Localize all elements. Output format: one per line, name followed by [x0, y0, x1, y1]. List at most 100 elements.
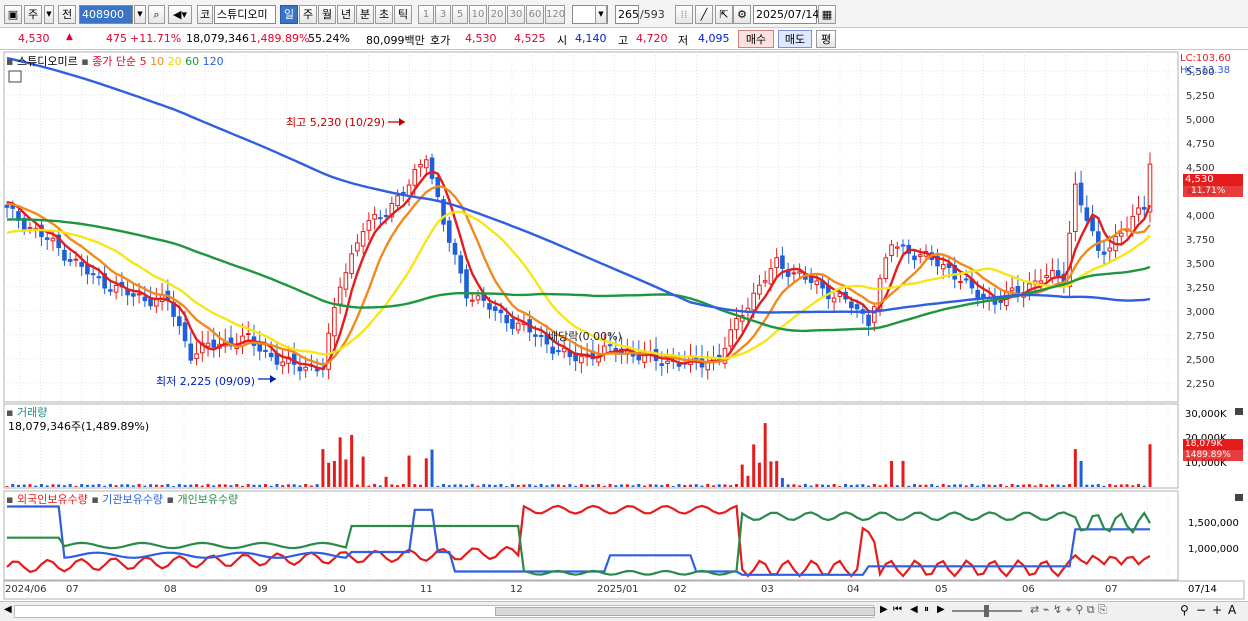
volume-bar	[177, 484, 181, 487]
count-input[interactable]: 265	[615, 5, 639, 24]
period-tab[interactable]: 틱	[394, 5, 412, 24]
zoom-in-icon[interactable]: +	[1212, 603, 1222, 617]
search-icon[interactable]: ⌕	[148, 5, 165, 24]
candle-body	[963, 278, 969, 281]
prev-page-icon[interactable]: ◀	[910, 604, 918, 615]
volume-bar	[620, 484, 624, 487]
candle-body	[538, 334, 544, 337]
legend-foreign[interactable]: 외국인보유수량	[17, 493, 88, 506]
volume-bar	[332, 460, 336, 487]
interval-tab[interactable]: 5	[452, 5, 468, 24]
chart-area[interactable]: 5,5005,2505,0004,7504,5004,2504,0003,750…	[0, 50, 1248, 610]
scroll-left-icon[interactable]: ◀	[4, 604, 12, 615]
volume-bar	[1010, 483, 1014, 487]
market-select[interactable]: 주	[24, 5, 42, 24]
volume-bar	[677, 483, 681, 487]
volume-bar	[602, 485, 606, 487]
zoom-icon[interactable]: ⚲	[1180, 603, 1189, 617]
volume-bar	[384, 476, 388, 487]
legend-institution[interactable]: 기관보유수량	[102, 493, 163, 506]
y-tick-label: 3,500	[1186, 259, 1215, 270]
zoom-out-icon[interactable]: −	[1196, 603, 1206, 617]
candle-body	[872, 306, 877, 323]
volume-bar	[867, 485, 871, 487]
interval-tab[interactable]: 10	[469, 5, 487, 24]
speaker-icon[interactable]: ◀▾	[168, 5, 192, 24]
volume-bar	[907, 485, 911, 487]
candle-body	[1101, 251, 1107, 255]
kind-label[interactable]: 코	[197, 5, 213, 24]
interval-tab[interactable]: 30	[507, 5, 525, 24]
scroll-thumb[interactable]	[495, 607, 875, 616]
high-label: 고	[618, 34, 629, 47]
interval-tab[interactable]: 1	[418, 5, 434, 24]
volume-bar	[1045, 485, 1049, 487]
volume-bar	[189, 484, 193, 487]
volume-bar	[200, 485, 204, 487]
volume-bar	[166, 484, 170, 487]
first-page-icon[interactable]: ⏮	[893, 604, 902, 615]
date-input[interactable]: 2025/07/14	[753, 5, 819, 24]
line-draw-icon[interactable]: ╱	[695, 5, 713, 24]
volume-bar	[85, 484, 89, 487]
stock-chart[interactable]: 5,5005,2505,0004,7504,5004,2504,0003,750…	[0, 50, 1248, 610]
volume-bar	[1033, 485, 1037, 487]
volume-bar	[769, 461, 773, 487]
stock-name-field[interactable]: 스튜디오미	[214, 5, 276, 24]
zoom-slider-handle[interactable]	[984, 605, 989, 617]
code-dropdown-icon[interactable]: ▼	[134, 5, 146, 24]
period-tab[interactable]: 주	[299, 5, 317, 24]
legend-stock-name[interactable]: 스튜디오미르	[17, 55, 78, 68]
window-icon[interactable]: ▣	[4, 5, 22, 24]
candle-body	[883, 257, 889, 280]
pause-icon[interactable]: ⏸	[924, 604, 929, 615]
volume-bar	[459, 484, 463, 487]
volume-bar	[763, 423, 767, 487]
period-tab[interactable]: 초	[375, 5, 393, 24]
volume-bar	[424, 458, 428, 487]
legend-ma-type[interactable]: 종가 단순	[92, 55, 136, 68]
y-tick-label: 4,750	[1186, 139, 1215, 150]
average-button[interactable]: 평	[816, 30, 836, 48]
legend-individual[interactable]: 개인보유수량	[177, 493, 238, 506]
candle-body	[533, 334, 538, 337]
stock-code-input[interactable]: 408900	[79, 5, 133, 24]
candle-body	[406, 184, 412, 197]
period-tabs: 일주월년분초틱	[280, 5, 415, 24]
settings-gear-icon[interactable]: ⚙	[733, 5, 751, 24]
horizontal-scrollbar[interactable]	[14, 605, 875, 618]
interval-tab[interactable]: 120	[545, 5, 565, 24]
volume-bar	[734, 483, 738, 487]
export-icon[interactable]: ⇱	[715, 5, 733, 24]
candle-body	[280, 361, 285, 367]
hc-label: HC:-13.38	[1180, 65, 1231, 76]
period-tab[interactable]: 월	[318, 5, 336, 24]
prev-button[interactable]: 전	[58, 5, 76, 24]
period-tab[interactable]: 년	[337, 5, 355, 24]
market-dropdown-icon[interactable]: ▼	[44, 5, 54, 24]
candle-body	[343, 272, 349, 290]
calendar-icon[interactable]: ▦	[818, 5, 836, 24]
interval-tab[interactable]: 3	[435, 5, 451, 24]
candle-body	[814, 280, 820, 286]
interval-tab[interactable]: 60	[526, 5, 544, 24]
volume-bar	[556, 484, 560, 487]
sell-button[interactable]: 매도	[778, 30, 812, 48]
volume-bar	[143, 485, 147, 487]
font-size-icon[interactable]: A	[1228, 603, 1236, 617]
tool-icons[interactable]: ⇄ ⌁ ↯ ⌖ ⚲ ⧉ ⎘	[1030, 603, 1107, 617]
interval-dropdown-icon[interactable]: ▼	[595, 5, 607, 24]
dividend-annotation: 배당락(0.00%)	[548, 330, 622, 343]
period-tab[interactable]: 분	[356, 5, 374, 24]
buy-button[interactable]: 매수	[738, 30, 774, 48]
candle-body	[728, 329, 734, 347]
bottom-bar: ◀ ▶ ⏮ ◀ ⏸ ▶ ⇄ ⌁ ↯ ⌖ ⚲ ⧉ ⎘ ⚲ − + A	[0, 601, 1248, 621]
next-page-icon[interactable]: ▶	[937, 604, 945, 615]
period-tab[interactable]: 일	[280, 5, 298, 24]
scroll-right-icon[interactable]: ▶	[880, 604, 888, 615]
candle-body	[607, 344, 613, 347]
candle-body	[958, 280, 963, 283]
grid-icon[interactable]: ⁞⁞	[675, 5, 693, 24]
volume-bar	[935, 485, 939, 487]
interval-tab[interactable]: 20	[488, 5, 506, 24]
